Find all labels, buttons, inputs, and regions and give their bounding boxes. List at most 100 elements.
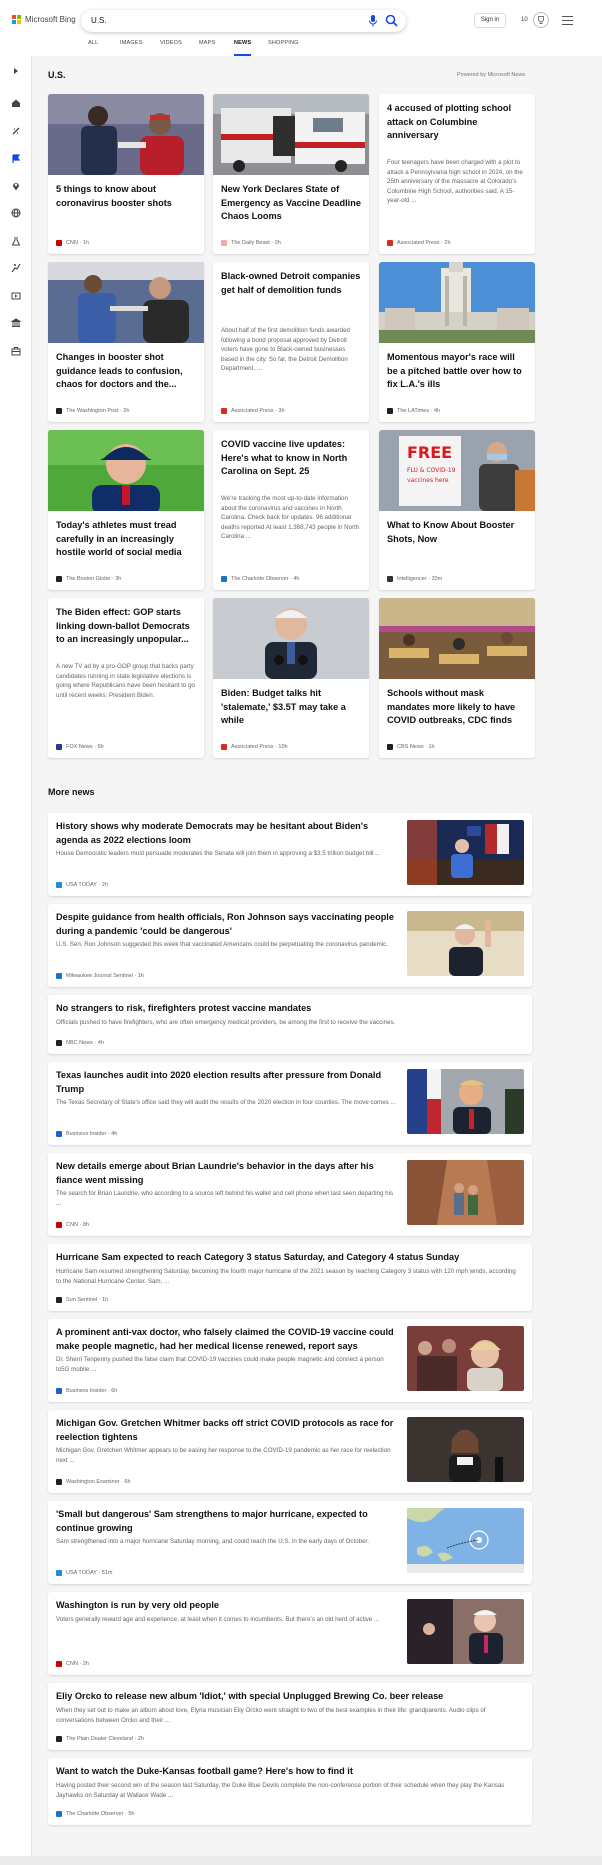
search-input[interactable]: U.S. [91, 16, 107, 25]
news-card-title[interactable]: Schools without mask mandates more likel… [387, 687, 527, 728]
news-card[interactable]: Black-owned Detroit companies get half o… [213, 262, 369, 422]
more-news-title[interactable]: Eliy Orcko to release new album 'Idiot,'… [56, 1690, 522, 1704]
globe-icon[interactable] [11, 208, 21, 218]
news-card[interactable]: Today's athletes must tread carefully in… [48, 430, 204, 590]
news-card-source[interactable]: The Boston Globe · 3h [56, 575, 121, 583]
news-card-image[interactable] [48, 430, 204, 511]
search-icon[interactable] [385, 14, 398, 27]
more-news-source[interactable]: The Plain Dealer Cleveland · 2h [56, 1735, 144, 1743]
more-news-title[interactable]: Michigan Gov. Gretchen Whitmer backs off… [56, 1417, 396, 1444]
politics-icon[interactable] [11, 318, 21, 328]
more-news-title[interactable]: No strangers to risk, firefighters prote… [56, 1002, 522, 1016]
news-card-source[interactable]: CBS News · 1h [387, 743, 435, 751]
sports-icon[interactable] [11, 263, 21, 273]
more-news-source[interactable]: Milwaukee Journal Sentinel · 1h [56, 972, 144, 980]
news-card[interactable]: COVID vaccine live updates: Here's what … [213, 430, 369, 590]
more-news-title[interactable]: 'Small but dangerous' Sam strengthens to… [56, 1508, 396, 1535]
rewards-points[interactable]: 10 [521, 17, 528, 23]
more-news-image[interactable] [407, 1599, 524, 1664]
more-news-source[interactable]: Business Insider · 6h [56, 1387, 117, 1395]
news-card-image[interactable] [379, 262, 535, 343]
entertainment-icon[interactable] [11, 291, 21, 301]
news-card[interactable]: Schools without mask mandates more likel… [379, 598, 535, 758]
more-news-item[interactable]: Washington is run by very old people Vote… [48, 1592, 532, 1675]
flag-icon[interactable] [11, 154, 21, 164]
news-card-image[interactable] [48, 94, 204, 175]
location-icon[interactable] [11, 181, 21, 191]
business-icon[interactable] [11, 346, 21, 356]
news-card[interactable]: The Biden effect: GOP starts linking dow… [48, 598, 204, 758]
news-card-image[interactable] [213, 94, 369, 175]
news-card-title[interactable]: Changes in booster shot guidance leads t… [56, 351, 196, 392]
tab-all[interactable]: ALL [88, 40, 98, 46]
more-news-image[interactable] [407, 1069, 524, 1134]
news-card-title[interactable]: COVID vaccine live updates: Here's what … [221, 438, 361, 479]
discover-icon[interactable] [11, 126, 21, 136]
expand-icon[interactable] [11, 66, 21, 76]
more-news-image[interactable] [407, 1508, 524, 1573]
sign-in-button[interactable]: Sign in [474, 13, 506, 28]
news-card-title[interactable]: New York Declares State of Emergency as … [221, 183, 361, 224]
more-news-item[interactable]: History shows why moderate Democrats may… [48, 813, 532, 896]
more-news-source[interactable]: USA TODAY · 51m [56, 1569, 112, 1577]
news-card-title[interactable]: 5 things to know about coronavirus boost… [56, 183, 196, 210]
more-news-image[interactable] [407, 1417, 524, 1482]
more-news-source[interactable]: CNN · 8h [56, 1221, 89, 1229]
more-news-item[interactable]: Hurricane Sam expected to reach Category… [48, 1244, 532, 1311]
news-card-image[interactable] [213, 598, 369, 679]
more-news-title[interactable]: Washington is run by very old people [56, 1599, 396, 1613]
more-news-item[interactable]: 'Small but dangerous' Sam strengthens to… [48, 1501, 532, 1584]
news-card-source[interactable]: Associated Press · 2h [387, 239, 451, 247]
more-news-item[interactable]: Michigan Gov. Gretchen Whitmer backs off… [48, 1410, 532, 1493]
more-news-image[interactable] [407, 1160, 524, 1225]
more-news-item[interactable]: A prominent anti-vax doctor, who falsely… [48, 1319, 532, 1402]
home-icon[interactable] [11, 98, 21, 108]
news-card-title[interactable]: Biden: Budget talks hit 'stalemate,' $3.… [221, 687, 361, 728]
more-news-item[interactable]: No strangers to risk, firefighters prote… [48, 995, 532, 1054]
more-news-title[interactable]: Despite guidance from health officials, … [56, 911, 396, 938]
more-news-image[interactable] [407, 911, 524, 976]
hamburger-menu-icon[interactable] [562, 16, 573, 28]
news-card[interactable]: Changes in booster shot guidance leads t… [48, 262, 204, 422]
more-news-item[interactable]: Despite guidance from health officials, … [48, 904, 532, 987]
news-card-title[interactable]: Black-owned Detroit companies get half o… [221, 270, 361, 297]
science-icon[interactable] [11, 236, 21, 246]
more-news-title[interactable]: Hurricane Sam expected to reach Category… [56, 1251, 522, 1265]
more-news-source[interactable]: NBC News · 4h [56, 1039, 104, 1047]
tab-maps[interactable]: MAPS [199, 40, 215, 46]
news-card[interactable]: FREE FLU & COVID-19 vaccines here What to K… [379, 430, 535, 590]
tab-news[interactable]: NEWS [234, 40, 251, 46]
bing-logo[interactable]: Microsoft Bing [12, 15, 76, 24]
news-card-source[interactable]: Intelligencer · 33m [387, 575, 442, 583]
more-news-title[interactable]: A prominent anti-vax doctor, who falsely… [56, 1326, 396, 1353]
news-card-source[interactable]: CNN · 1h [56, 239, 89, 247]
news-card-source[interactable]: FOX News · 6h [56, 743, 104, 751]
tab-images[interactable]: IMAGES [120, 40, 143, 46]
news-card-title[interactable]: 4 accused of plotting school attack on C… [387, 102, 527, 143]
more-news-item[interactable]: Texas launches audit into 2020 election … [48, 1062, 532, 1145]
news-card[interactable]: Biden: Budget talks hit 'stalemate,' $3.… [213, 598, 369, 758]
more-news-title[interactable]: History shows why moderate Democrats may… [56, 820, 396, 847]
more-news-item[interactable]: Eliy Orcko to release new album 'Idiot,'… [48, 1683, 532, 1750]
more-news-source[interactable]: Sun Sentinel · 1h [56, 1296, 108, 1304]
news-card-title[interactable]: Today's athletes must tread carefully in… [56, 519, 196, 560]
news-card-source[interactable]: Associated Press · 10h [221, 743, 288, 751]
news-card[interactable]: Momentous mayor's race will be a pitched… [379, 262, 535, 422]
more-news-image[interactable] [407, 820, 524, 885]
tab-shopping[interactable]: SHOPPING [268, 40, 299, 46]
news-card-source[interactable]: The Daily Beast · 2h [221, 239, 281, 247]
tab-videos[interactable]: VIDEOS [160, 40, 182, 46]
news-card-title[interactable]: The Biden effect: GOP starts linking dow… [56, 606, 196, 647]
more-news-source[interactable]: CNN · 2h [56, 1660, 89, 1668]
more-news-source[interactable]: The Charlotte Observer · 5h [56, 1810, 134, 1818]
news-card-source[interactable]: The LATimes · 4h [387, 407, 440, 415]
news-card[interactable]: New York Declares State of Emergency as … [213, 94, 369, 254]
news-card[interactable]: 5 things to know about coronavirus boost… [48, 94, 204, 254]
more-news-title[interactable]: Texas launches audit into 2020 election … [56, 1069, 396, 1096]
more-news-item[interactable]: New details emerge about Brian Laundrie'… [48, 1153, 532, 1236]
news-card[interactable]: 4 accused of plotting school attack on C… [379, 94, 535, 254]
rewards-trophy-icon[interactable] [533, 12, 549, 28]
search-box[interactable]: U.S. [81, 10, 406, 32]
news-card-image[interactable] [379, 598, 535, 679]
news-card-title[interactable]: What to Know About Booster Shots, Now [387, 519, 527, 546]
